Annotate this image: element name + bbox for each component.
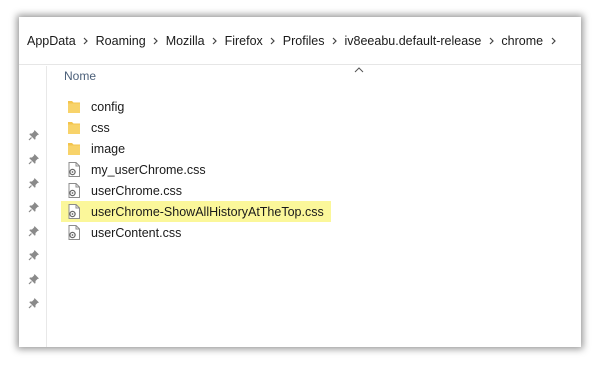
- breadcrumb-item-profiles[interactable]: Profiles: [281, 34, 327, 48]
- file-name: my_userChrome.css: [91, 162, 206, 177]
- pin-icon[interactable]: [28, 128, 40, 141]
- breadcrumb-item-profile-folder[interactable]: iv8eeabu.default-release: [342, 34, 483, 48]
- file-name: userChrome.css: [91, 183, 182, 198]
- breadcrumb-item-chrome[interactable]: chrome: [499, 34, 545, 48]
- chevron-right-icon[interactable]: [207, 37, 223, 45]
- breadcrumb-item-mozilla[interactable]: Mozilla: [164, 34, 207, 48]
- breadcrumb-item-firefox[interactable]: Firefox: [223, 34, 265, 48]
- pin-icon[interactable]: [28, 152, 40, 165]
- pin-icon[interactable]: [28, 296, 40, 309]
- sort-ascending-icon: [354, 61, 364, 73]
- list-item-folder-image[interactable]: image: [60, 138, 570, 159]
- list-item-file-my-userchrome[interactable]: my_userChrome.css: [60, 159, 570, 180]
- css-file-icon: [67, 225, 81, 240]
- breadcrumb: AppData Roaming Mozilla Firefox Profiles…: [19, 17, 581, 65]
- column-header-name[interactable]: Nome: [64, 69, 96, 83]
- pin-icon[interactable]: [28, 176, 40, 189]
- chevron-right-icon[interactable]: [326, 37, 342, 45]
- pin-icon[interactable]: [28, 224, 40, 237]
- navigation-pane: [19, 66, 47, 347]
- css-file-icon: [67, 183, 81, 198]
- pin-icon[interactable]: [28, 272, 40, 285]
- file-name: image: [91, 141, 126, 156]
- file-explorer-window: AppData Roaming Mozilla Firefox Profiles…: [19, 17, 581, 347]
- list-item-file-userchrome[interactable]: userChrome.css: [60, 180, 570, 201]
- chevron-right-icon[interactable]: [148, 37, 164, 45]
- folder-icon: [67, 141, 81, 156]
- list-item-file-usercontent[interactable]: userContent.css: [60, 222, 570, 243]
- chevron-right-icon[interactable]: [483, 37, 499, 45]
- file-name: userChrome-ShowAllHistoryAtTheTop.css: [91, 204, 324, 219]
- file-name: config: [91, 99, 125, 114]
- folder-icon: [67, 99, 81, 114]
- chevron-right-icon[interactable]: [545, 37, 561, 45]
- file-name: css: [91, 120, 110, 135]
- pin-icon[interactable]: [28, 248, 40, 261]
- chevron-right-icon[interactable]: [265, 37, 281, 45]
- breadcrumb-item-appdata[interactable]: AppData: [25, 34, 78, 48]
- file-name: userContent.css: [91, 225, 182, 240]
- chevron-right-icon[interactable]: [78, 37, 94, 45]
- list-item-folder-css[interactable]: css: [60, 117, 570, 138]
- list-item-file-userchrome-showallhistory[interactable]: userChrome-ShowAllHistoryAtTheTop.css: [60, 201, 570, 222]
- folder-icon: [67, 120, 81, 135]
- pin-icon[interactable]: [28, 200, 40, 213]
- file-list: config css image my_userChrome.css userC…: [60, 96, 570, 243]
- list-item-folder-config[interactable]: config: [60, 96, 570, 117]
- breadcrumb-item-roaming[interactable]: Roaming: [94, 34, 148, 48]
- css-file-icon: [67, 162, 81, 177]
- css-file-icon: [67, 204, 81, 219]
